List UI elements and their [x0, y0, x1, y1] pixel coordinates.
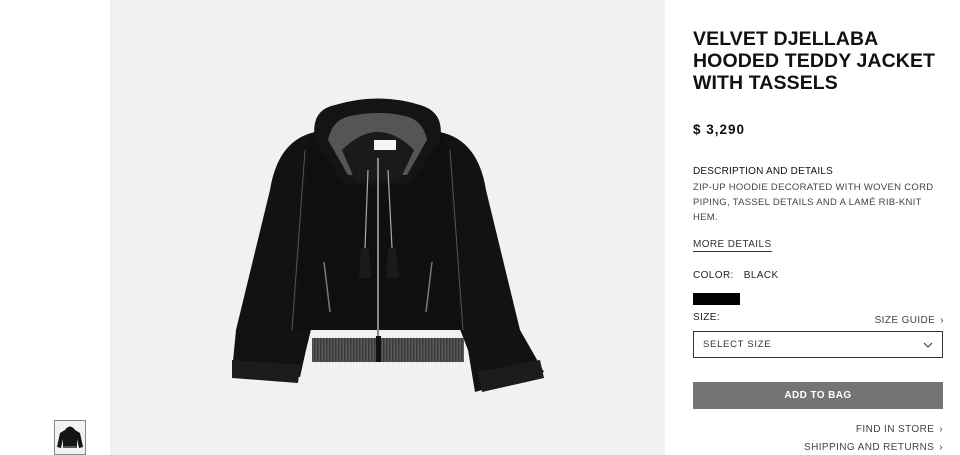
size-guide-link[interactable]: SIZE GUIDE › — [875, 315, 944, 326]
chevron-down-icon — [923, 342, 933, 348]
chevron-right-icon: › — [939, 442, 943, 453]
description-heading: DESCRIPTION AND DETAILS — [693, 166, 833, 177]
product-thumbnail[interactable] — [54, 420, 86, 455]
jacket-thumbnail-image — [57, 426, 83, 448]
color-swatch-black[interactable] — [693, 293, 740, 305]
color-label: COLOR: — [693, 270, 734, 281]
add-to-bag-button[interactable]: ADD TO BAG — [693, 382, 943, 409]
find-in-store-link[interactable]: FIND IN STORE › — [856, 424, 943, 435]
product-title: VELVET DJELLABA HOODED TEDDY JACKET WITH… — [693, 28, 936, 94]
color-row: COLOR: BLACK — [693, 270, 779, 281]
size-select-value: SELECT SIZE — [703, 339, 772, 350]
chevron-right-icon: › — [940, 315, 944, 326]
size-label: SIZE: — [693, 312, 721, 323]
size-select[interactable]: SELECT SIZE — [693, 331, 943, 358]
find-in-store-label: FIND IN STORE — [855, 424, 935, 435]
more-details-link[interactable]: MORE DETAILS — [693, 239, 772, 252]
jacket-illustration — [232, 98, 544, 392]
thumbnail-column — [0, 0, 110, 455]
shipping-returns-label: SHIPPING AND RETURNS — [804, 442, 935, 453]
shipping-returns-link[interactable]: SHIPPING AND RETURNS › — [804, 442, 943, 453]
product-image — [110, 0, 665, 455]
product-price: $ 3,290 — [693, 122, 746, 137]
color-value: BLACK — [743, 270, 779, 281]
size-guide-label: SIZE GUIDE — [874, 315, 936, 326]
chevron-right-icon: › — [939, 424, 943, 435]
description-text: ZIP-UP HOODIE DECORATED WITH WOVEN CORD … — [693, 182, 934, 223]
